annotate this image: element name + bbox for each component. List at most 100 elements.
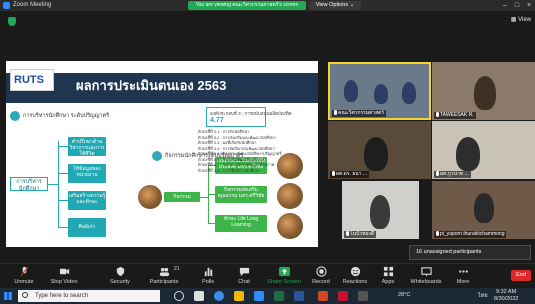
close-icon[interactable]: × bbox=[523, 1, 535, 10]
mic-icon bbox=[436, 231, 439, 236]
security-label: Security bbox=[110, 279, 130, 285]
left-box-2: ให้ข้อมูลของหน่วยงาน bbox=[68, 164, 106, 183]
left-box-4: ศิษย์เก่า bbox=[68, 218, 106, 237]
meeting-area: ▦ View ผลการประเมินตนเอง 2563 คณะวิศวกรร… bbox=[0, 11, 535, 263]
shared-screen-slide: ผลการประเมินตนเอง 2563 คณะวิศวกรรมศาสตร์… bbox=[6, 61, 318, 247]
participant-tile[interactable]: คณะวิศวกรรมศาสตร์ bbox=[328, 62, 431, 120]
zoom-app-icon[interactable] bbox=[254, 291, 264, 301]
os-taskbar: Type here to search 28°C ไทย 9:32 AM 8/3… bbox=[0, 288, 535, 304]
participant-name-text: ผศ.ภูวนาท ... bbox=[440, 171, 469, 177]
window-titlebar: Zoom Meeting You are viewing คณะวิศวกรรม… bbox=[0, 0, 535, 11]
task-view-icon[interactable] bbox=[194, 291, 204, 301]
powerpoint-icon[interactable] bbox=[318, 291, 328, 301]
connector-line bbox=[58, 173, 68, 174]
apps-icon bbox=[383, 266, 393, 277]
score-card: องค์ประกอบที่ 3 : การสนับสนุนผลิตบัณฑิต … bbox=[206, 107, 292, 127]
end-meeting-button[interactable]: End bbox=[511, 270, 531, 281]
search-icon bbox=[22, 292, 28, 298]
activity-photo bbox=[138, 185, 162, 209]
clock-date[interactable]: 8/30/2022 bbox=[494, 296, 518, 302]
connector-line bbox=[200, 197, 208, 198]
chat-icon bbox=[239, 267, 249, 277]
unassigned-participants-bar[interactable]: 16 unassigned participants bbox=[409, 245, 531, 260]
security-shield-icon[interactable] bbox=[8, 17, 16, 26]
more-button[interactable]: More bbox=[441, 266, 485, 288]
video-camera-icon bbox=[59, 268, 69, 275]
participant-video bbox=[374, 84, 388, 104]
participant-video bbox=[402, 82, 416, 104]
connector-line bbox=[208, 223, 215, 224]
maximize-icon[interactable]: □ bbox=[511, 1, 523, 10]
excel-icon[interactable] bbox=[274, 291, 284, 301]
weather-text[interactable]: 28°C bbox=[398, 292, 410, 298]
participant-tile[interactable]: TAWEESAK R. bbox=[432, 62, 535, 120]
connector-line bbox=[58, 227, 68, 228]
center-node: กิจกรรมนักศึกษา bbox=[164, 192, 200, 208]
polls-icon bbox=[204, 267, 212, 277]
participant-name-text: ผศ.ดร. ธนา ... bbox=[336, 171, 368, 177]
right-box-2: กิจกรรมส่งเสริมคุณธรรม มทร.ศรีวิชัย bbox=[215, 186, 267, 203]
file-explorer-icon[interactable] bbox=[234, 291, 244, 301]
shield-icon bbox=[116, 266, 124, 277]
share-screen-icon bbox=[278, 266, 290, 277]
participant-video bbox=[474, 193, 494, 223]
taskbar-search-input[interactable]: Type here to search bbox=[18, 290, 160, 302]
right-box-3: ทักษะ Life Long Learning bbox=[215, 215, 267, 232]
participant-tile[interactable]: ผศ.ภูวนาท ... bbox=[432, 121, 535, 179]
section-label-admin: การบริหารนักศึกษา ระดับปริญญาตรี bbox=[23, 113, 110, 119]
stop-video-button[interactable]: Stop Video bbox=[42, 266, 86, 288]
participant-tile[interactable]: ผศ.ดร. ธนา ... bbox=[328, 121, 431, 179]
left-box-1: คำปรึกษาด้านวิชาการและการใช้ชีวิต bbox=[68, 137, 106, 157]
zoom-window: Zoom Meeting You are viewing คณะวิศวกรรม… bbox=[0, 0, 535, 304]
activity-photo bbox=[277, 213, 303, 239]
section-bullet-icon bbox=[10, 111, 20, 121]
rut-logo-text: RUTS bbox=[14, 74, 44, 86]
app-icon[interactable] bbox=[358, 291, 368, 301]
left-box-3: เสริมสร้างความรู้และทักษะ bbox=[68, 191, 106, 210]
view-button[interactable]: ▦ View bbox=[511, 16, 531, 23]
chrome-icon[interactable] bbox=[214, 291, 224, 301]
clock-time[interactable]: 9:32 AM bbox=[496, 289, 516, 295]
minimize-icon[interactable]: – bbox=[499, 1, 511, 10]
participants-label: Participants bbox=[149, 279, 179, 285]
slide-title: ผลการประเมินตนเอง 2563 bbox=[76, 78, 227, 93]
zoom-logo-icon bbox=[3, 2, 10, 9]
indicator-row: ตัวบ่งชี้ที่ 3.8 : การให้บริการนักศึกษา bbox=[198, 167, 261, 173]
unmute-button[interactable]: Unmute bbox=[2, 266, 46, 288]
activity-photo bbox=[277, 183, 303, 209]
pdf-app-icon[interactable] bbox=[338, 291, 348, 301]
windows-start-icon[interactable] bbox=[4, 292, 12, 300]
participant-video bbox=[456, 137, 480, 171]
participant-name-text: คณะวิศวกรรมศาสตร์ bbox=[338, 110, 385, 116]
participant-name-text: TAWEESAK R. bbox=[440, 112, 474, 118]
section-bullet-icon bbox=[152, 151, 162, 161]
chat-label: Chat bbox=[238, 279, 250, 285]
participant-name: ผศ.ดร. ธนา ... bbox=[330, 171, 370, 178]
view-options-button[interactable]: View Options ⌄ bbox=[309, 1, 361, 10]
stop-video-label: Stop Video bbox=[50, 279, 78, 285]
search-placeholder: Type here to search bbox=[35, 293, 89, 299]
cortana-icon[interactable] bbox=[174, 291, 184, 301]
connector-line bbox=[58, 141, 59, 228]
record-icon bbox=[315, 266, 327, 277]
reactions-icon bbox=[350, 266, 360, 277]
participant-tile[interactable]: pi_yaporn.thuraktichammong bbox=[432, 181, 535, 239]
participant-name: pi_yaporn.thuraktichammong bbox=[434, 231, 507, 238]
participant-name-text: โนบัวทองดี bbox=[350, 231, 375, 237]
participant-name-text: pi_yaporn.thuraktichammong bbox=[440, 231, 505, 237]
mic-muted-icon bbox=[19, 266, 29, 277]
chat-button[interactable]: Chat bbox=[222, 266, 266, 288]
security-button[interactable]: Security bbox=[98, 266, 142, 288]
mic-icon bbox=[436, 171, 439, 176]
score-label: องค์ประกอบที่ 3 : การสนับสนุนผลิตบัณฑิต bbox=[210, 111, 292, 116]
word-icon[interactable] bbox=[294, 291, 304, 301]
participant-video bbox=[370, 195, 390, 229]
window-title: Zoom Meeting bbox=[13, 2, 52, 8]
language-indicator[interactable]: ไทย bbox=[478, 292, 488, 300]
mic-icon bbox=[436, 112, 439, 117]
more-dots-icon bbox=[458, 270, 468, 273]
mic-icon bbox=[334, 110, 337, 115]
participant-tile[interactable]: โนบัวทองดี bbox=[342, 181, 419, 239]
screen-share-banner: You are viewing คณะวิศวกรรมศาสตร์'s scre… bbox=[188, 1, 306, 10]
score-value: 4.77 bbox=[210, 117, 224, 124]
